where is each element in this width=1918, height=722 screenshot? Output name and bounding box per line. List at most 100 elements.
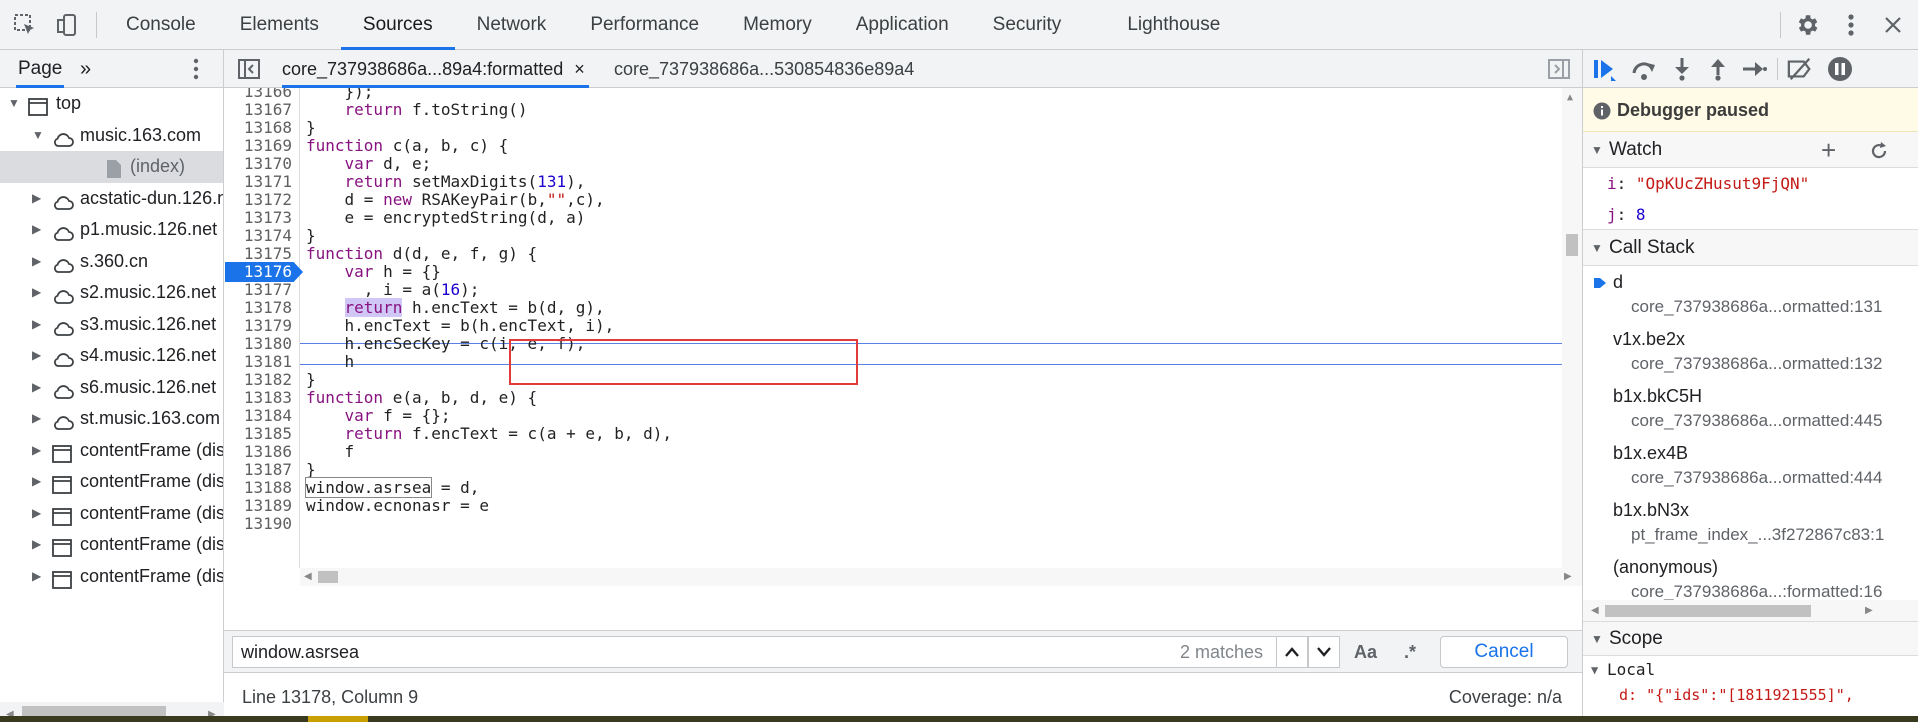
cloud-icon <box>52 253 74 273</box>
tree-item[interactable]: (index) <box>0 151 223 183</box>
code-area[interactable]: 13166 13167 13168 13169 13170 13171 13172 13173… <box>224 88 1582 568</box>
call-frame[interactable]: v1x.be2x core_737938686a...ormatted:132 <box>1583 323 1918 380</box>
step-icon[interactable] <box>1741 56 1767 82</box>
editor-vertical-scrollbar[interactable]: ▲ <box>1562 88 1582 568</box>
tree-item-label: s3.music.126.net <box>80 313 217 334</box>
call-frame[interactable]: b1x.ex4B core_737938686a...ormatted:444 <box>1583 437 1918 494</box>
next-match-button[interactable] <box>1308 636 1340 668</box>
watch-section-header[interactable]: ▼ Watch + <box>1583 132 1918 168</box>
call-frame[interactable]: b1x.bN3x pt_frame_index_...3f272867c83:1 <box>1583 494 1918 551</box>
editor-horizontal-scrollbar[interactable]: ◀ ▶ <box>300 568 1582 586</box>
call-stack-horizontal-scrollbar[interactable]: ◀ ▶ <box>1583 600 1918 622</box>
call-frame[interactable]: b1x.bkC5H core_737938686a...ormatted:445 <box>1583 380 1918 437</box>
scroll-right-arrow-icon[interactable]: ▶ <box>1564 571 1572 582</box>
tree-item[interactable]: ▼ music.163.com <box>0 120 223 152</box>
collapsed-triangle-icon[interactable]: ▶ <box>32 340 41 372</box>
line-number[interactable]: 13190 <box>224 513 300 535</box>
collapsed-triangle-icon[interactable]: ▶ <box>32 403 41 435</box>
match-case-button[interactable]: Aa <box>1354 636 1377 668</box>
scrollbar-thumb[interactable] <box>1605 605 1811 617</box>
collapsed-triangle-icon[interactable]: ▶ <box>32 277 41 309</box>
editor-tab-formatted[interactable]: core_737938686a...89a4:formatted × <box>282 50 589 88</box>
tree-item[interactable]: ▶ s.360.cn <box>0 246 223 278</box>
collapsed-triangle-icon[interactable]: ▶ <box>32 529 41 561</box>
pause-on-exceptions-icon[interactable] <box>1827 56 1853 82</box>
close-tab-icon[interactable]: × <box>574 59 585 79</box>
tab-lighthouse[interactable]: Lighthouse <box>1083 0 1242 50</box>
scrollbar-thumb[interactable] <box>1566 234 1578 256</box>
tree-item[interactable]: ▶ s4.music.126.net <box>0 340 223 372</box>
tree-item[interactable]: ▶ s3.music.126.net <box>0 309 223 341</box>
call-frame[interactable]: (anonymous) core_737938686a...:formatted:… <box>1583 551 1918 600</box>
tab-network[interactable]: Network <box>455 0 569 50</box>
tree-item[interactable]: ▶ contentFrame (dis <box>0 466 223 498</box>
frame-icon <box>52 568 72 589</box>
close-devtools-icon[interactable] <box>1880 12 1906 38</box>
device-toolbar-icon[interactable] <box>54 12 80 38</box>
tree-item[interactable]: ▶ p1.music.126.net <box>0 214 223 246</box>
toggle-navigator-icon[interactable] <box>238 59 260 84</box>
tree-item[interactable]: ▶ st.music.163.com <box>0 403 223 435</box>
scope-section-header[interactable]: ▼ Scope <box>1583 622 1918 656</box>
tab-page[interactable]: Page <box>16 50 64 88</box>
resume-icon[interactable] <box>1591 56 1617 82</box>
collapsed-triangle-icon[interactable]: ▶ <box>32 372 41 404</box>
scope-variable[interactable]: d: "{"ids":"[1811921555]", <box>1583 684 1918 706</box>
line-number-gutter[interactable]: 13166 13167 13168 13169 13170 13171 13172 13173… <box>224 88 303 568</box>
tree-item[interactable]: ▶ contentFrame (dis <box>0 498 223 530</box>
step-into-icon[interactable] <box>1669 56 1695 82</box>
scroll-up-arrow-icon[interactable]: ▲ <box>1567 92 1573 103</box>
toggle-debugger-icon[interactable] <box>1548 59 1570 84</box>
scroll-right-arrow-icon[interactable]: ▶ <box>1865 605 1873 616</box>
scroll-left-arrow-icon[interactable]: ◀ <box>304 571 312 582</box>
tab-sources[interactable]: Sources <box>341 0 455 50</box>
watch-item[interactable]: i: "OpKUcZHusut9FjQN" <box>1583 168 1918 199</box>
cancel-search-button[interactable]: Cancel <box>1440 636 1568 668</box>
settings-gear-icon[interactable] <box>1794 12 1820 38</box>
watch-item[interactable]: j: 8 <box>1583 199 1918 230</box>
collapsed-triangle-icon[interactable]: ▶ <box>32 466 41 498</box>
collapsed-triangle-icon[interactable]: ▶ <box>32 246 41 278</box>
tab-performance[interactable]: Performance <box>568 0 721 50</box>
scrollbar-thumb[interactable] <box>318 571 338 583</box>
regex-button[interactable]: .* <box>1404 636 1416 668</box>
scroll-left-arrow-icon[interactable]: ◀ <box>1591 605 1599 616</box>
step-out-icon[interactable] <box>1705 56 1731 82</box>
collapsed-triangle-icon[interactable]: ▶ <box>32 435 41 467</box>
collapsed-triangle-icon[interactable]: ▶ <box>32 183 41 215</box>
refresh-watch-icon[interactable] <box>1869 141 1889 161</box>
editor-tab-original[interactable]: core_737938686a...530854836e89a4 <box>614 50 914 88</box>
tree-item[interactable]: ▶ s2.music.126.net <box>0 277 223 309</box>
tree-item[interactable]: ▶ contentFrame (dis <box>0 435 223 467</box>
coverage-status[interactable]: Coverage: n/a <box>1449 673 1562 721</box>
tab-memory[interactable]: Memory <box>721 0 834 50</box>
call-stack-section-header[interactable]: ▼ Call Stack <box>1583 230 1918 266</box>
inspect-element-icon[interactable] <box>12 12 38 38</box>
scope-local-header[interactable]: ▼ Local <box>1583 656 1918 684</box>
deactivate-breakpoints-icon[interactable] <box>1787 56 1813 82</box>
collapsed-triangle-icon[interactable]: ▶ <box>32 561 41 593</box>
tab-security[interactable]: Security <box>971 0 1084 50</box>
tab-elements[interactable]: Elements <box>218 0 341 50</box>
tree-item[interactable]: ▶ s6.music.126.net <box>0 372 223 404</box>
tree-item[interactable]: ▶ contentFrame (dis <box>0 561 223 593</box>
expanded-triangle-icon[interactable]: ▼ <box>32 120 44 152</box>
collapsed-triangle-icon[interactable]: ▶ <box>32 498 41 530</box>
collapsed-triangle-icon[interactable]: ▶ <box>32 309 41 341</box>
tab-application[interactable]: Application <box>834 0 971 50</box>
add-watch-icon[interactable]: + <box>1821 132 1836 168</box>
expanded-triangle-icon[interactable]: ▼ <box>8 88 20 120</box>
more-tabs-chevron-icon[interactable]: » <box>80 50 91 88</box>
navigator-menu-kebab-icon[interactable] <box>192 58 204 80</box>
previous-match-button[interactable] <box>1276 636 1308 668</box>
tree-item-label: contentFrame (dis <box>80 471 223 491</box>
tree-item[interactable]: ▶ acstatic-dun.126.n <box>0 183 223 215</box>
tree-item[interactable]: ▶ contentFrame (dis <box>0 529 223 561</box>
call-frame[interactable]: d core_737938686a...ormatted:131 <box>1583 266 1918 323</box>
tab-console[interactable]: Console <box>104 0 218 50</box>
tree-item[interactable]: ▼ top <box>0 88 223 120</box>
search-input[interactable] <box>232 636 1284 668</box>
step-over-icon[interactable] <box>1631 56 1657 82</box>
collapsed-triangle-icon[interactable]: ▶ <box>32 214 41 246</box>
more-options-kebab-icon[interactable] <box>1838 12 1864 38</box>
